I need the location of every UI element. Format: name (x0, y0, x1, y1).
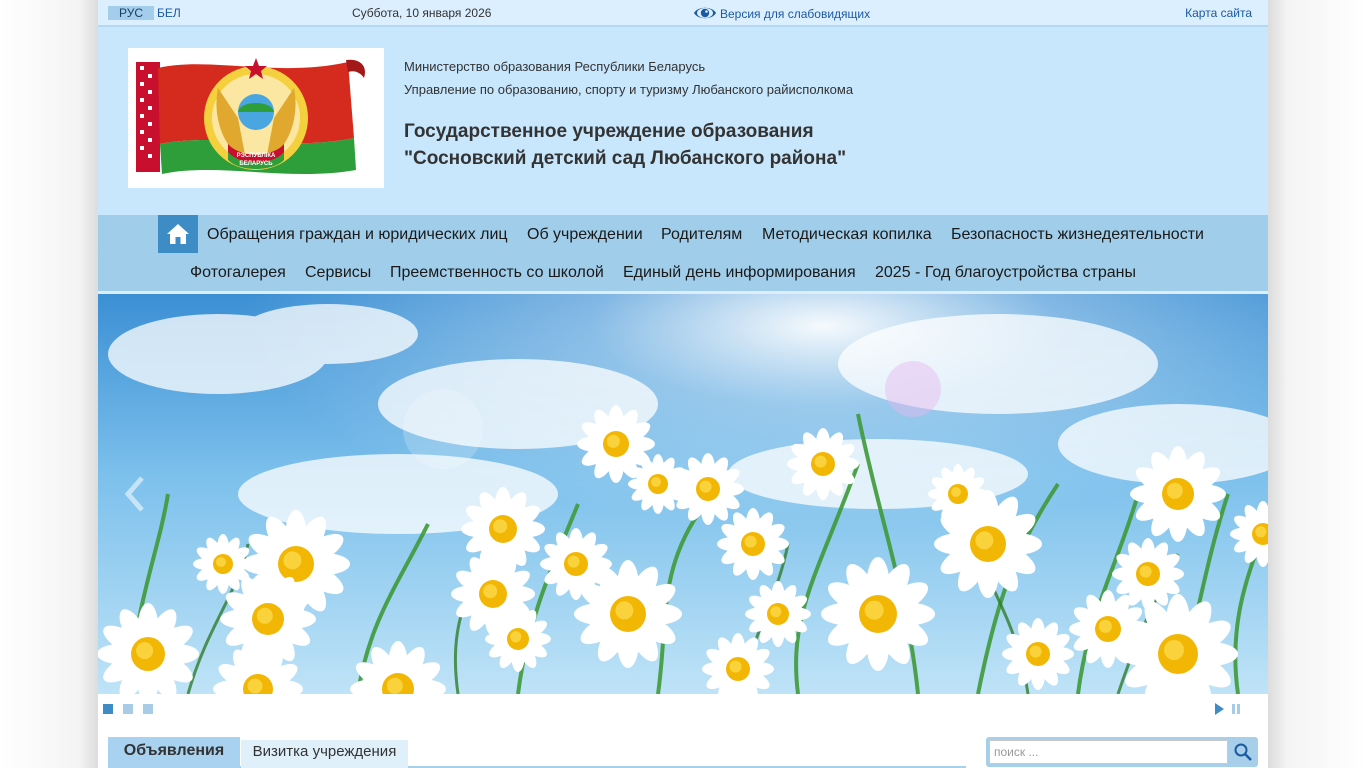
department-title: Управление по образованию, спорту и тури… (404, 82, 854, 97)
nav-item-school-continuity[interactable]: Преемственность со школой (390, 263, 604, 283)
image-slider[interactable] (98, 294, 1268, 694)
slider-prev-icon[interactable] (122, 474, 146, 514)
nav-item-year-2025[interactable]: 2025 - Год благоустройства страны (875, 263, 1136, 283)
organization-title-line1: Государственное учреждение образования (404, 121, 814, 142)
news-tabs: Объявления Визитка учреждения (108, 737, 966, 768)
page-shadow-left (0, 0, 98, 768)
slider-dot-3[interactable] (143, 704, 153, 714)
page-shadow-right (1268, 0, 1366, 768)
search-button[interactable] (1229, 740, 1256, 764)
slider-dot-1[interactable] (103, 704, 113, 714)
ministry-title: Министерство образования Республики Бела… (404, 59, 706, 74)
search-icon (1234, 743, 1252, 761)
nav-item-about[interactable]: Об учреждении (527, 225, 643, 245)
current-date: Суббота, 10 января 2026 (352, 6, 492, 20)
nav-item-services[interactable]: Сервисы (305, 263, 371, 283)
low-vision-link[interactable]: Версия для слабовидящих (693, 3, 870, 23)
nav-item-gallery[interactable]: Фотогалерея (190, 263, 286, 283)
home-button[interactable] (158, 215, 198, 253)
lang-be-link[interactable]: БЕЛ (157, 6, 181, 20)
page-container: РУС БЕЛ Суббота, 10 января 2026 Версия д… (98, 0, 1268, 768)
sitemap-link[interactable]: Карта сайта (1185, 6, 1252, 20)
eye-icon (694, 7, 716, 19)
slider-dot-2[interactable] (123, 704, 133, 714)
home-icon (167, 224, 189, 244)
search-input[interactable] (989, 740, 1228, 764)
main-navigation: Обращения граждан и юридических лиц Об у… (98, 215, 1268, 291)
state-emblem-logo[interactable]: РЭСПУБЛІКА БЕЛАРУСЬ (128, 48, 384, 188)
search-box (986, 737, 1258, 767)
low-vision-label: Версия для слабовидящих (720, 7, 871, 21)
tab-institution-card[interactable]: Визитка учреждения (241, 740, 408, 768)
svg-text:РЭСПУБЛІКА: РЭСПУБЛІКА (237, 153, 276, 159)
nav-item-safety[interactable]: Безопасность жизнедеятельности (951, 225, 1204, 245)
play-icon[interactable] (1214, 703, 1224, 715)
nav-item-appeals[interactable]: Обращения граждан и юридических лиц (207, 225, 508, 245)
nav-item-parents[interactable]: Родителям (661, 225, 742, 245)
pause-icon[interactable] (1231, 703, 1241, 715)
site-header: РЭСПУБЛІКА БЕЛАРУСЬ Министерство образов… (98, 27, 1268, 215)
nav-item-info-day[interactable]: Единый день информирования (623, 263, 856, 283)
tab-announcements[interactable]: Объявления (108, 737, 240, 768)
organization-title-line2: "Сосновский детский сад Любанского район… (404, 148, 847, 169)
nav-item-methodology[interactable]: Методическая копилка (762, 225, 932, 245)
slide-image-daisies (98, 294, 1268, 694)
svg-text:БЕЛАРУСЬ: БЕЛАРУСЬ (239, 161, 273, 167)
slider-pagination (103, 704, 163, 714)
top-bar: РУС БЕЛ Суббота, 10 января 2026 Версия д… (98, 0, 1268, 27)
lang-ru-button[interactable]: РУС (108, 6, 154, 20)
